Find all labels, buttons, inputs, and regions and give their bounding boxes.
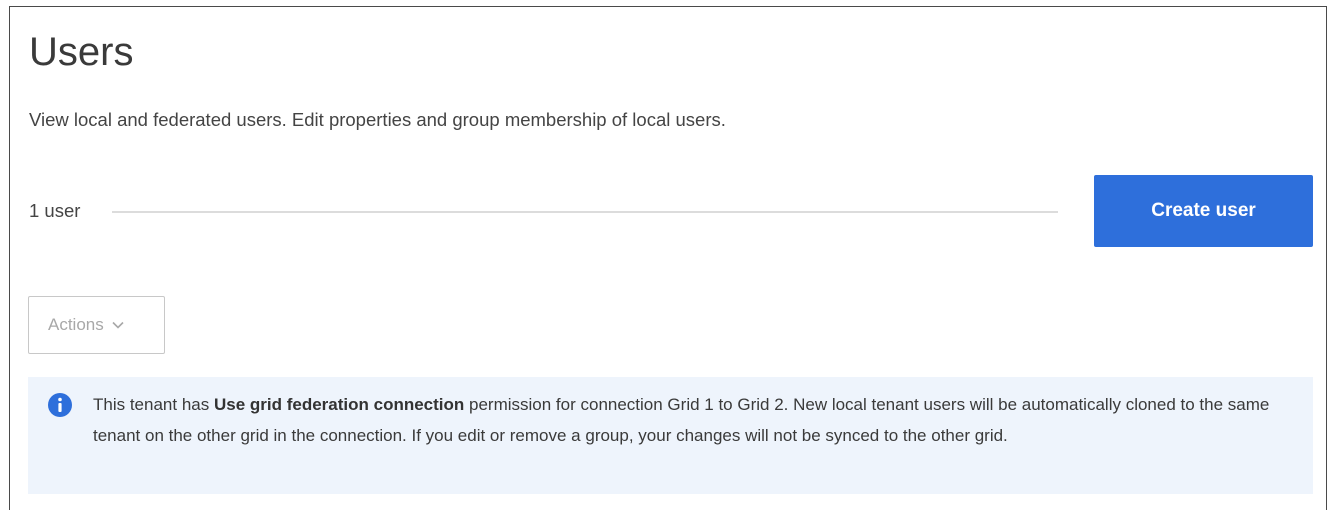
info-icon	[48, 393, 72, 417]
info-text-before: This tenant has	[93, 395, 214, 414]
create-user-button[interactable]: Create user	[1094, 175, 1313, 247]
info-banner-text: This tenant has Use grid federation conn…	[93, 389, 1293, 451]
info-banner: This tenant has Use grid federation conn…	[28, 377, 1313, 494]
actions-label: Actions	[48, 315, 104, 334]
info-text-permission: Use grid federation connection	[213, 395, 465, 414]
actions-dropdown-button[interactable]: Actions	[28, 296, 165, 354]
chevron-down-icon	[112, 321, 124, 329]
page-title: Users	[29, 30, 134, 74]
page-description: View local and federated users. Edit pro…	[29, 109, 726, 130]
user-count: 1 user	[29, 200, 81, 221]
count-divider	[112, 211, 1058, 213]
